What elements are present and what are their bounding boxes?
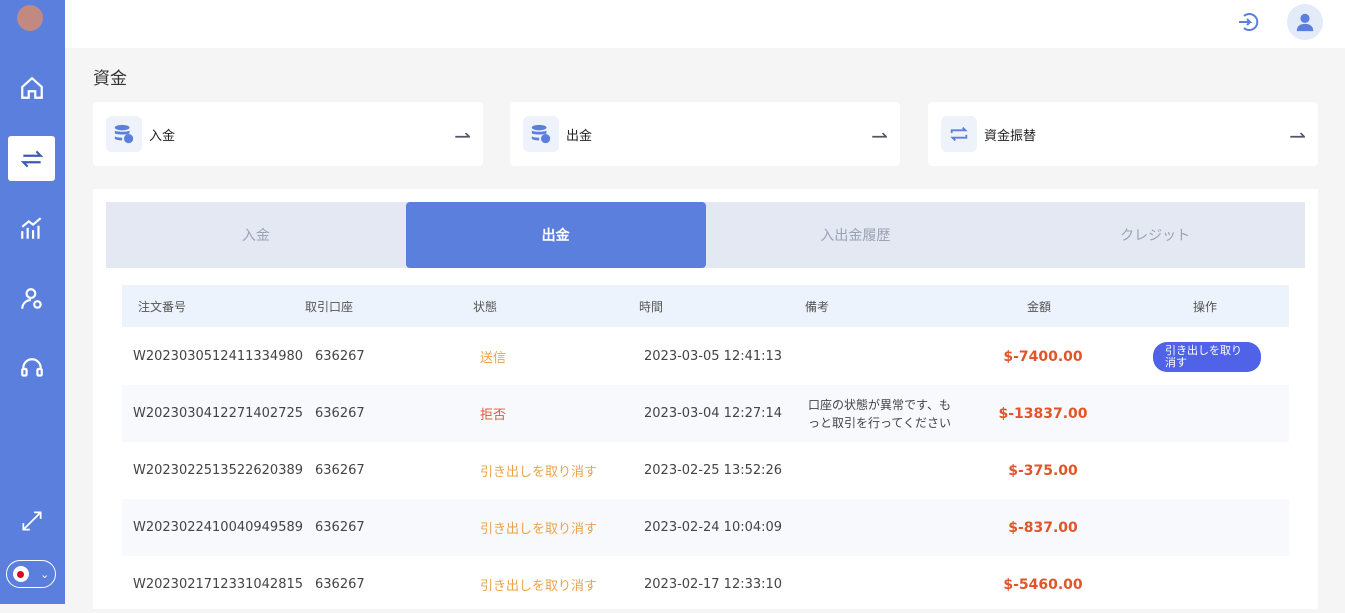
transfer-icon — [20, 150, 43, 167]
status: 拒否 — [480, 408, 507, 423]
header-action: 操作 — [1193, 299, 1218, 314]
page-title: 資金 — [93, 69, 127, 89]
deposit-card[interactable]: 入金 ⇀ — [93, 102, 483, 166]
sidebar-item-funds[interactable] — [8, 136, 55, 181]
account: 636267 — [315, 463, 365, 478]
table-row: W2023022513522620389 636267 引き出しを取り消す 20… — [122, 442, 1289, 499]
sidebar-item-home[interactable] — [8, 65, 55, 110]
time: 2023-03-04 12:27:14 — [644, 406, 783, 421]
account: 636267 — [315, 349, 365, 364]
note: 口座の状態が異常です、もっと取引を行ってください — [808, 397, 952, 430]
account: 636267 — [315, 520, 365, 535]
header-order: 注文番号 — [138, 299, 187, 314]
transfer-icon — [941, 116, 977, 152]
status: 引き出しを取り消す — [480, 522, 598, 537]
header-note: 備考 — [805, 299, 830, 314]
logout-button[interactable] — [1230, 4, 1266, 40]
order-number: W2023022513522620389 — [133, 463, 304, 478]
fullscreen-button[interactable] — [8, 498, 55, 543]
chevron-down-icon: ⌄ — [40, 567, 50, 581]
table-row: W2023030512411334980 636267 送信 2023-03-0… — [122, 328, 1289, 385]
chart-icon — [20, 216, 41, 239]
note — [808, 499, 958, 556]
cancel-withdrawal-button[interactable]: 引き出しを取り消す — [1153, 341, 1261, 372]
sidebar-item-account[interactable] — [8, 276, 55, 321]
table-row: W2023030412271402725 636267 拒否 2023-03-0… — [122, 385, 1289, 442]
table-header: 注文番号 取引口座 状態 時間 備考 金額 操作 — [122, 285, 1289, 327]
language-selector[interactable]: ⌄ — [6, 560, 56, 588]
time: 2023-02-24 10:04:09 — [644, 520, 783, 535]
amount: $-5460.00 — [1003, 576, 1083, 593]
top-header — [65, 0, 1345, 48]
order-number: W2023022410040949589 — [133, 520, 304, 535]
user-icon — [1296, 13, 1314, 32]
header-time: 時間 — [639, 299, 664, 314]
arrow-right-icon: ⇀ — [1289, 124, 1306, 148]
sidebar-item-support[interactable] — [8, 346, 55, 391]
tab-bar: 入金 出金 入出金履歴 クレジット — [106, 202, 1305, 268]
amount: $-13837.00 — [998, 405, 1088, 422]
sidebar-item-trading[interactable] — [8, 206, 55, 251]
order-number: W2023021712331042815 — [133, 577, 304, 592]
note — [808, 442, 958, 499]
header-amount: 金額 — [1027, 299, 1052, 314]
logout-icon — [1239, 13, 1259, 31]
status: 送信 — [480, 351, 507, 366]
status: 引き出しを取り消す — [480, 465, 598, 480]
amount: $-375.00 — [1008, 462, 1078, 479]
database-minus-icon — [523, 116, 559, 152]
tab-credit[interactable]: クレジット — [1005, 202, 1305, 268]
order-number: W2023030512411334980 — [133, 349, 304, 364]
account: 636267 — [315, 406, 365, 421]
table-row: W2023021712331042815 636267 引き出しを取り消す 20… — [122, 556, 1289, 613]
tab-deposit[interactable]: 入金 — [106, 202, 406, 268]
card-label: 出金 — [566, 128, 593, 144]
time: 2023-02-17 12:33:10 — [644, 577, 783, 592]
time: 2023-02-25 13:52:26 — [644, 463, 783, 478]
order-number: W2023030412271402725 — [133, 406, 304, 421]
tab-history[interactable]: 入出金履歴 — [706, 202, 1006, 268]
note — [808, 556, 958, 613]
account: 636267 — [315, 577, 365, 592]
header-status: 状態 — [473, 299, 498, 314]
status: 引き出しを取り消す — [480, 579, 598, 594]
user-settings-icon — [20, 287, 42, 309]
note — [808, 328, 958, 385]
home-icon — [20, 76, 43, 99]
table-row: W2023022410040949589 636267 引き出しを取り消す 20… — [122, 499, 1289, 556]
arrow-right-icon: ⇀ — [871, 124, 888, 148]
amount: $-7400.00 — [1003, 348, 1083, 365]
card-label: 資金振替 — [984, 128, 1037, 144]
user-avatar[interactable] — [1287, 4, 1323, 40]
card-label: 入金 — [149, 128, 176, 144]
sidebar: ⌄ — [0, 0, 65, 604]
database-plus-icon — [106, 116, 142, 152]
header-account: 取引口座 — [305, 299, 354, 314]
funds-panel: 入金 出金 入出金履歴 クレジット 注文番号 取引口座 状態 時間 備考 金額 … — [93, 189, 1318, 609]
japan-flag-icon — [12, 566, 29, 582]
tab-withdraw[interactable]: 出金 — [405, 202, 706, 268]
support-icon — [20, 357, 43, 377]
withdraw-card[interactable]: 出金 ⇀ — [510, 102, 900, 166]
logo — [17, 5, 43, 31]
amount: $-837.00 — [1008, 519, 1078, 536]
expand-icon — [21, 510, 42, 531]
transfer-card[interactable]: 資金振替 ⇀ — [928, 102, 1318, 166]
time: 2023-03-05 12:41:13 — [644, 349, 783, 364]
arrow-right-icon: ⇀ — [454, 124, 471, 148]
